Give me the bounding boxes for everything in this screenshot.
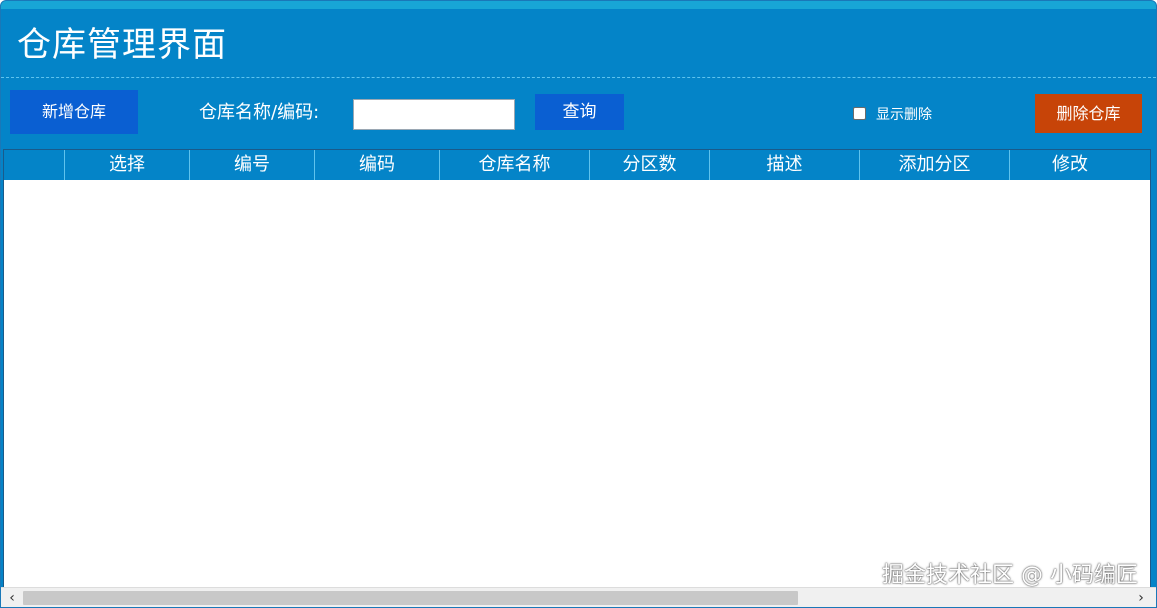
add-warehouse-button[interactable]: 新增仓库 (10, 90, 138, 134)
column-header-description[interactable]: 描述 (710, 150, 860, 180)
search-input[interactable] (353, 99, 515, 130)
warehouse-table: 选择 编号 编码 仓库名称 分区数 描述 添加分区 修改 (3, 149, 1151, 591)
show-deleted-checkbox[interactable] (853, 107, 866, 120)
column-header-rownum[interactable] (4, 150, 65, 180)
column-header-zone-count[interactable]: 分区数 (590, 150, 710, 180)
search-label: 仓库名称/编码: (199, 102, 320, 123)
column-header-code[interactable]: 编码 (315, 150, 440, 180)
table-header: 选择 编号 编码 仓库名称 分区数 描述 添加分区 修改 (4, 150, 1150, 180)
warehouse-window: 仓库管理界面 新增仓库 仓库名称/编码: 查询 显示删除 删除仓库 选择 编号 … (0, 0, 1157, 608)
column-header-add-zone[interactable]: 添加分区 (860, 150, 1010, 180)
scroll-left-icon[interactable]: ‹ (3, 588, 21, 607)
toolbar: 新增仓库 仓库名称/编码: 查询 显示删除 删除仓库 (1, 78, 1156, 145)
page-title: 仓库管理界面 (17, 25, 227, 65)
scroll-right-icon[interactable]: › (1132, 588, 1150, 607)
title-accent-strip (1, 1, 1156, 9)
title-bar: 仓库管理界面 (1, 9, 1156, 78)
column-header-edit[interactable]: 修改 (1010, 150, 1130, 180)
show-deleted-label: 显示删除 (876, 107, 932, 123)
watermark: 掘金技术社区 @ 小码编匠 (882, 563, 1138, 588)
table-body (4, 180, 1150, 590)
column-header-warehouse-name[interactable]: 仓库名称 (440, 150, 590, 180)
scrollbar-thumb[interactable] (23, 591, 798, 605)
column-header-id[interactable]: 编号 (190, 150, 315, 180)
query-button[interactable]: 查询 (535, 94, 624, 130)
column-header-select[interactable]: 选择 (65, 150, 190, 180)
delete-warehouse-button[interactable]: 删除仓库 (1035, 94, 1142, 133)
